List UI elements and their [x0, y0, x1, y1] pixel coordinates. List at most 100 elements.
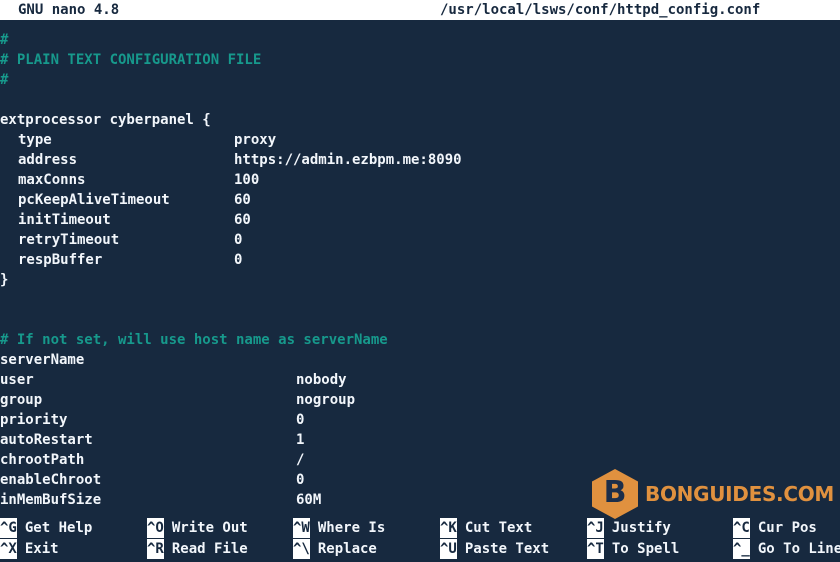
logo-letter: B	[603, 475, 627, 510]
config-text: }	[0, 272, 9, 288]
config-text: initTimeout	[18, 212, 111, 228]
shortcut-label: Where Is	[317, 520, 386, 536]
editor-line: # PLAIN TEXT CONFIGURATION FILE	[0, 50, 840, 70]
shortcut-key-badge: ^J	[587, 518, 604, 538]
editor-line: chrootPath /	[0, 450, 840, 470]
comment-text: #	[0, 72, 9, 88]
config-text: respBuffer	[18, 252, 103, 268]
shortcut-item[interactable]: ^T To Spell	[587, 539, 679, 559]
config-text: user	[0, 372, 34, 388]
shortcut-key-badge: ^W	[293, 518, 310, 538]
file-path-label: /usr/local/lsws/conf/httpd_config.conf	[440, 2, 761, 18]
config-text: priority	[0, 412, 68, 428]
config-text: proxy	[234, 132, 277, 148]
editor-line: autoRestart 1	[0, 430, 840, 450]
shortcut-item[interactable]: ^J Justify	[587, 518, 671, 538]
config-text: group	[0, 392, 43, 408]
editor-line: maxConns 100	[0, 170, 840, 190]
editor-line: retryTimeout 0	[0, 230, 840, 250]
shortcut-key-badge: ^X	[0, 539, 17, 559]
shortcut-label: Cut Text	[464, 520, 533, 536]
shortcut-item[interactable]: ^R Read File	[147, 539, 248, 559]
config-text: 60M	[296, 492, 322, 508]
config-text: 1	[296, 432, 305, 448]
config-text: 0	[296, 472, 305, 488]
config-text: type	[18, 132, 52, 148]
editor-line: #	[0, 70, 840, 90]
comment-text: # PLAIN TEXT CONFIGURATION FILE	[0, 52, 262, 68]
shortcut-label: Replace	[317, 541, 377, 557]
config-text: 60	[234, 212, 251, 228]
config-text: enableChroot	[0, 472, 102, 488]
editor-line: pcKeepAliveTimeout 60	[0, 190, 840, 210]
shortcut-label: Justify	[611, 520, 671, 536]
shortcut-item[interactable]: ^W Where Is	[293, 518, 385, 538]
editor-line: address https://admin.ezbpm.me:8090	[0, 150, 840, 170]
editor-line: serverName	[0, 350, 840, 370]
shortcut-item[interactable]: ^U Paste Text	[440, 539, 549, 559]
editor-line: # If not set, will use host name as serv…	[0, 330, 840, 350]
editor-line: group nogroup	[0, 390, 840, 410]
config-text: 100	[234, 172, 260, 188]
titlebar: GNU nano 4.8 /usr/local/lsws/conf/httpd_…	[0, 0, 840, 20]
shortcut-key-badge: ^K	[440, 518, 457, 538]
nano-editor-screen: GNU nano 4.8 /usr/local/lsws/conf/httpd_…	[0, 0, 840, 562]
config-text: chrootPath	[0, 452, 85, 468]
config-text: https://admin.ezbpm.me:8090	[234, 152, 462, 168]
shortcut-label: Paste Text	[464, 541, 550, 557]
shortcut-item[interactable]: ^\ Replace	[293, 539, 377, 559]
shortcut-item[interactable]: ^C Cur Pos	[733, 518, 817, 538]
editor-line: #	[0, 30, 840, 50]
config-text: nobody	[296, 372, 347, 388]
shortcut-label: Exit	[24, 541, 59, 557]
shortcut-label: Go To Line	[757, 541, 840, 557]
shortcut-key-badge: ^R	[147, 539, 164, 559]
editor-line: type proxy	[0, 130, 840, 150]
brand-name-label: BONGUIDES.COM	[645, 482, 835, 506]
editor-line: user nobody	[0, 370, 840, 390]
shortcut-key-badge: ^C	[733, 518, 750, 538]
shortcut-label: Get Help	[24, 520, 93, 536]
shortcut-item[interactable]: ^_ Go To Line	[733, 539, 840, 559]
editor-line: initTimeout 60	[0, 210, 840, 230]
config-text: 0	[234, 232, 243, 248]
config-text: address	[18, 152, 78, 168]
config-text: extprocessor cyberpanel {	[0, 112, 211, 128]
shortcut-item[interactable]: ^K Cut Text	[440, 518, 532, 538]
shortcut-key-badge: ^U	[440, 539, 457, 559]
config-text: pcKeepAliveTimeout	[18, 192, 170, 208]
shortcut-label: Write Out	[171, 520, 248, 536]
config-text: 0	[234, 252, 243, 268]
editor-text-area[interactable]: # # PLAIN TEXT CONFIGURATION FILE # extproc…	[0, 20, 840, 518]
nano-version-label: GNU nano 4.8	[18, 2, 120, 18]
config-text: /	[296, 452, 305, 468]
bonguides-watermark: B BONGUIDES.COM	[592, 468, 840, 520]
editor-line: respBuffer 0	[0, 250, 840, 270]
hexagon-logo-icon: B	[592, 469, 638, 519]
config-text: inMemBufSize	[0, 492, 102, 508]
shortcut-key-badge: ^O	[147, 518, 164, 538]
comment-text: # If not set, will use host name as serv…	[0, 332, 388, 348]
shortcut-item[interactable]: ^G Get Help	[0, 518, 92, 538]
shortcut-key-badge: ^T	[587, 539, 604, 559]
config-text: maxConns	[18, 172, 86, 188]
shortcut-label: Cur Pos	[757, 520, 817, 536]
shortcut-bar: ^G Get Help ^X Exit ^O Write Out ^R Read File ^W…	[0, 518, 840, 562]
shortcut-label: Read File	[171, 541, 248, 557]
config-text: 60	[234, 192, 251, 208]
shortcut-item[interactable]: ^X Exit	[0, 539, 59, 559]
config-text: 0	[296, 412, 305, 428]
comment-text: #	[0, 32, 9, 48]
config-text: serverName	[0, 352, 85, 368]
config-text: nogroup	[296, 392, 356, 408]
config-text: autoRestart	[0, 432, 93, 448]
shortcut-key-badge: ^\	[293, 539, 310, 559]
editor-line: extprocessor cyberpanel {	[0, 110, 840, 130]
shortcut-item[interactable]: ^O Write Out	[147, 518, 248, 538]
editor-line: priority 0	[0, 410, 840, 430]
config-text: retryTimeout	[18, 232, 120, 248]
shortcut-key-badge: ^_	[733, 539, 750, 559]
shortcut-label: To Spell	[611, 541, 680, 557]
